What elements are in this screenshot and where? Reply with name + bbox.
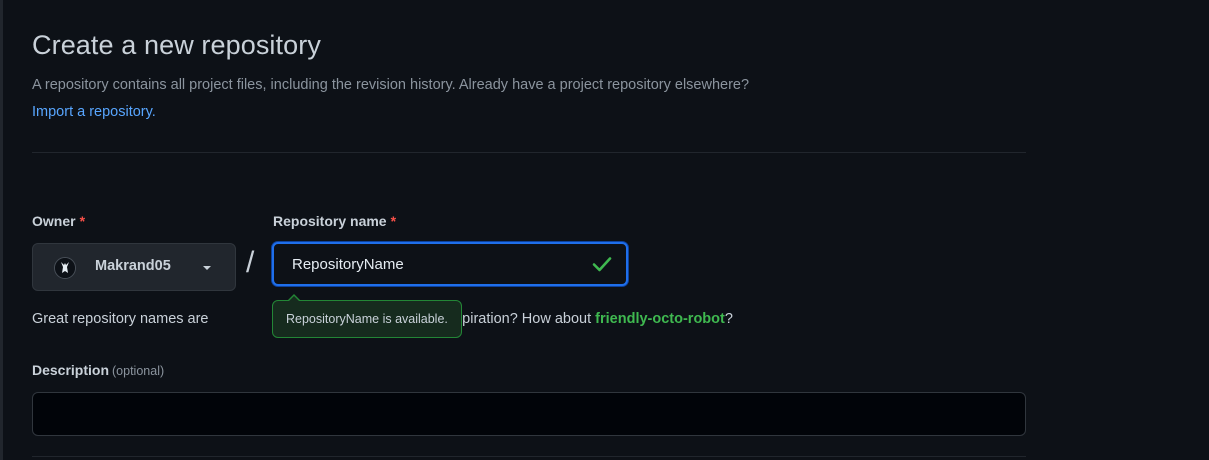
description-input[interactable] [32, 392, 1026, 436]
owner-repo-separator: / [246, 246, 255, 279]
repository-name-label: Repository name * [273, 213, 397, 229]
import-repository-link[interactable]: Import a repository. [32, 104, 156, 120]
repository-name-input[interactable] [274, 244, 626, 284]
page: Create a new repository A repository con… [0, 0, 1209, 460]
suggested-name-link[interactable]: friendly-octo-robot [595, 311, 725, 327]
chevron-down-icon [203, 266, 211, 270]
left-border [0, 0, 3, 460]
avatar-icon [54, 257, 76, 279]
owner-name: Makrand05 [95, 258, 171, 274]
page-subtitle: A repository contains all project files,… [32, 77, 750, 93]
optional-label: (optional) [112, 364, 165, 378]
description-label: Description (optional) [32, 362, 165, 378]
owner-dropdown-button[interactable]: Makrand05 [32, 243, 236, 291]
divider [32, 456, 1026, 457]
required-mark: * [390, 213, 397, 229]
repository-name-field[interactable] [272, 242, 628, 286]
availability-tooltip: RepositoryName is available. [272, 294, 462, 338]
check-icon [592, 255, 612, 273]
divider [32, 152, 1026, 153]
required-mark: * [79, 213, 86, 229]
page-title: Create a new repository [32, 30, 321, 60]
owner-label: Owner * [32, 213, 86, 229]
